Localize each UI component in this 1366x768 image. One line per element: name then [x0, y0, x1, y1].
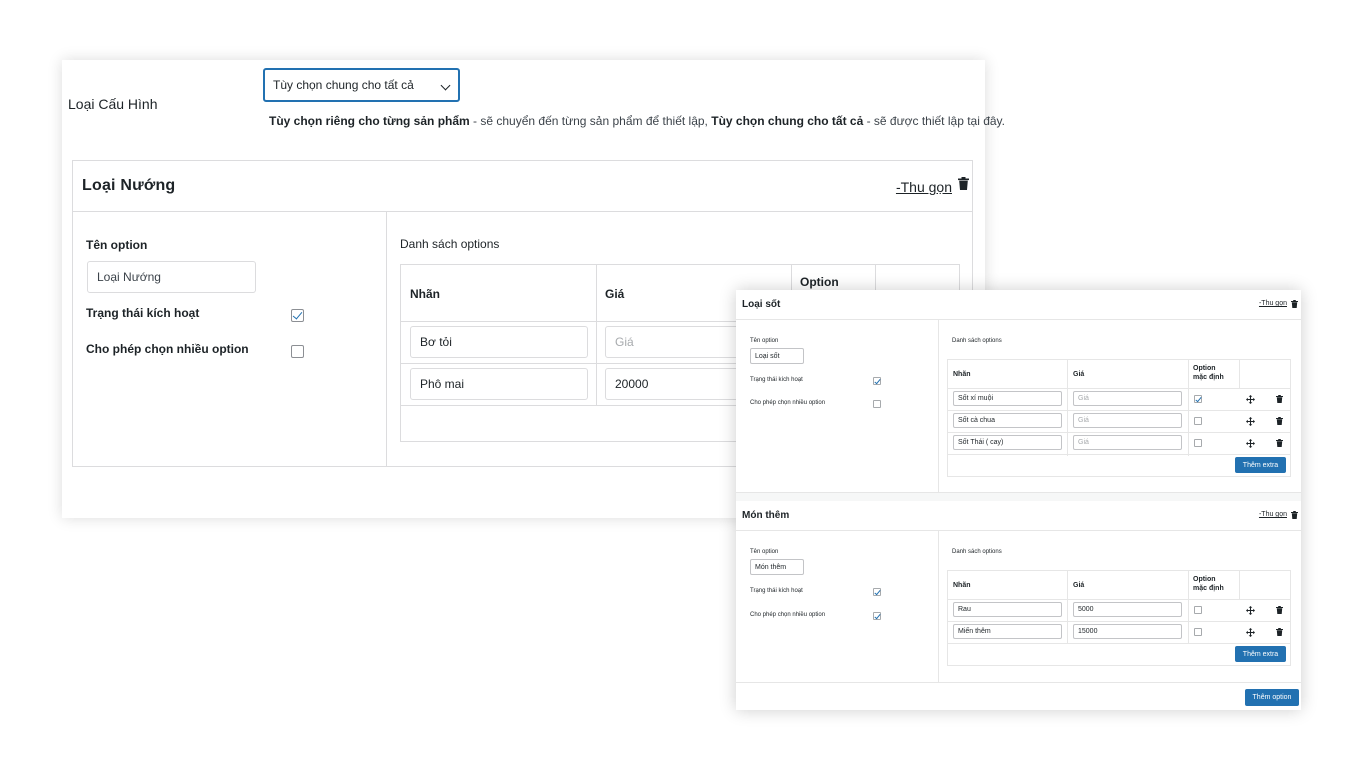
hint-text-1: - sẽ chuyển đến từng sản phẩm để thiết l… — [469, 114, 712, 128]
options-table: Nhãn Giá Option mặc định Rau 5000 Miến th… — [947, 570, 1291, 666]
default-option-checkbox[interactable] — [1194, 606, 1202, 614]
default-option-checkbox[interactable] — [1194, 395, 1202, 403]
active-status-checkbox[interactable] — [291, 309, 304, 322]
option-name-label: Tên option — [86, 238, 148, 252]
col-label-header: Nhãn — [953, 582, 971, 589]
default-option-checkbox[interactable] — [1194, 417, 1202, 425]
option-group-header: Món thêm -Thu gọn — [736, 501, 1301, 531]
options-list-label: Danh sách options — [952, 338, 1002, 344]
multi-select-label: Cho phép chọn nhiều option — [86, 342, 249, 356]
col-default-header-line2: mặc định — [1193, 585, 1224, 592]
row-price-input[interactable]: Giá — [1073, 435, 1182, 450]
row-price-input[interactable]: 5000 — [1073, 602, 1182, 617]
option-group-title: Loại sốt — [742, 299, 781, 310]
hint-bold-1: Tùy chọn riêng cho từng sản phẩm — [269, 114, 470, 128]
col-default-header: Option mặc định — [1193, 364, 1224, 382]
trash-icon[interactable] — [1276, 439, 1283, 447]
option-group-title: Món thêm — [742, 510, 790, 521]
col-default-header-line1: Option — [1193, 576, 1216, 583]
collapse-link[interactable]: -Thu gọn — [896, 179, 952, 195]
row-label-input[interactable]: Bơ tỏi — [410, 326, 588, 358]
move-icon[interactable] — [1246, 395, 1255, 404]
hint-bold-2: Tùy chọn chung cho tất cả — [711, 114, 864, 128]
col-label-header: Nhãn — [953, 371, 971, 378]
col-label-header: Nhãn — [410, 287, 440, 301]
collapse-link[interactable]: -Thu gọn — [1259, 511, 1287, 518]
default-option-checkbox[interactable] — [1194, 439, 1202, 447]
col-option-header: Option — [800, 275, 839, 289]
hint-text-2: - sẽ được thiết lập tại đây. — [863, 114, 1005, 128]
config-hint: Tùy chọn riêng cho từng sản phẩm - sẽ ch… — [269, 114, 1005, 128]
col-default-header-line1: Option — [1193, 365, 1216, 372]
options-preview-panel: Loại sốt -Thu gọn Tên option Loại sốt Tr… — [736, 290, 1301, 710]
multi-select-checkbox[interactable] — [291, 345, 304, 358]
trash-icon[interactable] — [1276, 417, 1283, 425]
row-label-input[interactable]: Sốt Thái ( cay) — [953, 435, 1062, 450]
active-status-label: Trạng thái kích hoạt — [750, 588, 803, 594]
trash-icon[interactable] — [1276, 395, 1283, 403]
row-price-input[interactable]: 15000 — [1073, 624, 1182, 639]
config-type-select-value: Tùy chọn chung cho tất cả — [273, 78, 414, 92]
row-price-input[interactable]: Giá — [1073, 391, 1182, 406]
options-list-label: Danh sách options — [400, 237, 500, 251]
options-list-label: Danh sách options — [952, 549, 1002, 555]
trash-icon[interactable] — [1291, 511, 1298, 519]
move-icon[interactable] — [1246, 606, 1255, 615]
active-status-label: Trạng thái kích hoạt — [86, 306, 200, 320]
option-name-label: Tên option — [750, 549, 779, 555]
add-option-button[interactable]: Thêm option — [1245, 689, 1299, 706]
col-price-header: Giá — [605, 287, 625, 301]
default-option-checkbox[interactable] — [1194, 628, 1202, 636]
options-table: Nhãn Giá Option mặc định Sốt xí muội Giá … — [947, 359, 1291, 477]
row-label-input[interactable]: Sốt cà chua — [953, 413, 1062, 428]
multi-select-checkbox[interactable] — [873, 612, 881, 620]
active-status-checkbox[interactable] — [873, 377, 881, 385]
trash-icon[interactable] — [958, 177, 969, 190]
move-icon[interactable] — [1246, 439, 1255, 448]
row-label-input[interactable]: Phô mai — [410, 368, 588, 400]
col-default-header-line2: mặc định — [1193, 374, 1224, 381]
trash-icon[interactable] — [1276, 628, 1283, 636]
add-extra-button[interactable]: Thêm extra — [1235, 646, 1286, 662]
option-name-input[interactable]: Loại Nướng — [87, 261, 256, 293]
active-status-checkbox[interactable] — [873, 588, 881, 596]
option-group-title: Loại Nướng — [82, 177, 176, 194]
chevron-down-icon — [440, 80, 451, 91]
trash-icon[interactable] — [1276, 606, 1283, 614]
option-name-label: Tên option — [750, 338, 779, 344]
multi-select-label: Cho phép chọn nhiều option — [750, 400, 826, 406]
col-default-header: Option mặc định — [1193, 575, 1224, 593]
row-label-input[interactable]: Miến thêm — [953, 624, 1062, 639]
option-settings: Tên option Loại Nướng Trạng thái kích ho… — [73, 212, 387, 467]
collapse-link[interactable]: -Thu gọn — [1259, 300, 1287, 307]
option-name-input[interactable]: Món thêm — [750, 559, 804, 575]
option-name-input[interactable]: Loại sốt — [750, 348, 804, 364]
row-label-input[interactable]: Sốt xí muội — [953, 391, 1062, 406]
multi-select-checkbox[interactable] — [873, 400, 881, 408]
multi-select-label: Cho phép chọn nhiều option — [750, 612, 826, 618]
col-price-header: Giá — [1073, 582, 1085, 589]
row-label-input[interactable]: Rau — [953, 602, 1062, 617]
config-type-label: Loại Cấu Hình — [68, 96, 158, 112]
col-price-header: Giá — [1073, 371, 1085, 378]
move-icon[interactable] — [1246, 628, 1255, 637]
add-extra-button[interactable]: Thêm extra — [1235, 457, 1286, 473]
trash-icon[interactable] — [1291, 300, 1298, 308]
option-group-header: Loại sốt -Thu gọn — [736, 290, 1301, 320]
active-status-label: Trạng thái kích hoạt — [750, 377, 803, 383]
row-price-input[interactable]: Giá — [1073, 413, 1182, 428]
option-group-header: Loại Nướng -Thu gọn — [73, 161, 972, 212]
config-type-select[interactable]: Tùy chọn chung cho tất cả — [263, 68, 460, 102]
move-icon[interactable] — [1246, 417, 1255, 426]
